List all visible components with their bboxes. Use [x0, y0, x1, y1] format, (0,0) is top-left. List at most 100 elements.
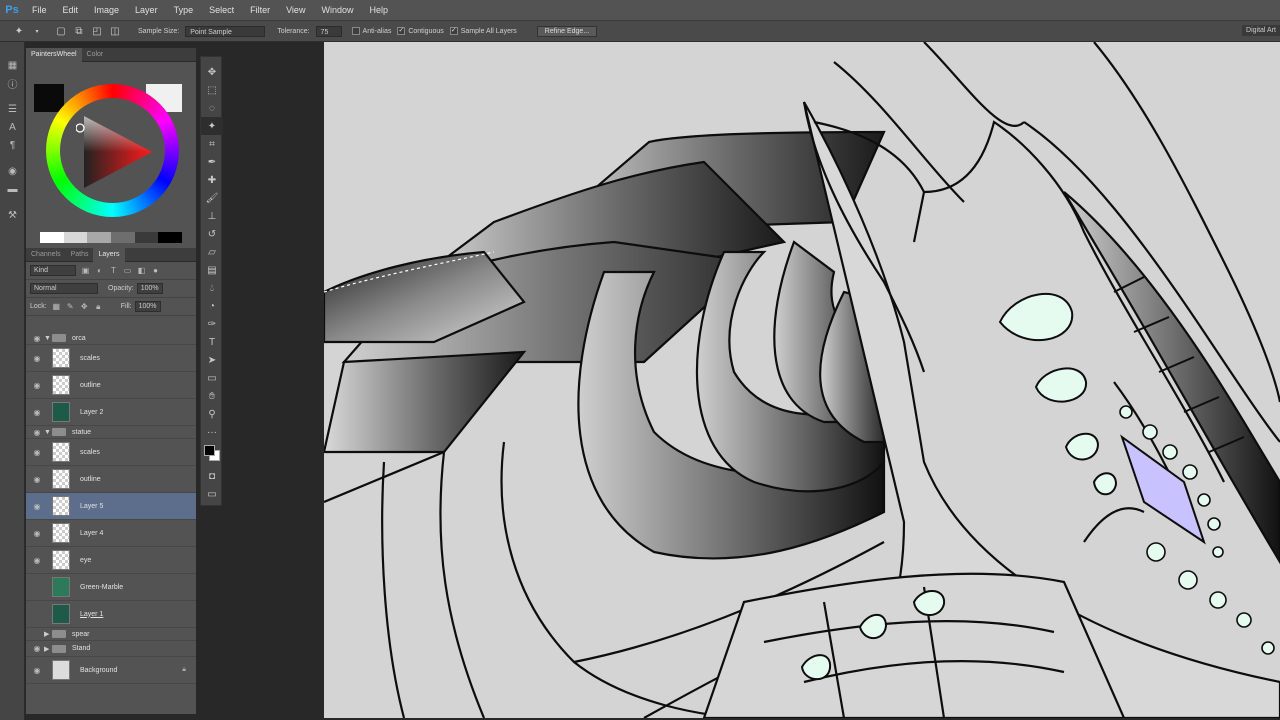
chevron-right-icon[interactable]: ▶	[44, 645, 52, 653]
character-icon[interactable]: A	[0, 118, 25, 136]
eye-icon[interactable]: ◉	[30, 502, 44, 511]
lasso-tool-icon[interactable]: ◌	[201, 99, 223, 117]
eye-icon[interactable]: ◉	[30, 529, 44, 538]
filter-toggle-icon[interactable]: ●	[151, 266, 160, 275]
document-canvas[interactable]	[324, 42, 1280, 718]
type-tool-icon[interactable]: T	[201, 333, 223, 351]
blur-tool-icon[interactable]: 💧︎	[201, 279, 223, 297]
chevron-down-icon[interactable]: ▼	[44, 429, 52, 436]
menu-window[interactable]: Window	[313, 0, 361, 21]
menu-image[interactable]: Image	[86, 0, 127, 21]
crop-tool-icon[interactable]: ⌗	[201, 135, 223, 153]
new-selection-icon[interactable]: ▢	[54, 24, 68, 38]
layer-row-layer-4[interactable]: ◉ Layer 4	[26, 520, 196, 547]
gray-swatch[interactable]	[63, 232, 88, 243]
fill-input[interactable]: 100%	[134, 301, 161, 312]
tolerance-input[interactable]: 75	[315, 25, 342, 37]
tool-presets-icon[interactable]: ⚒	[0, 206, 25, 224]
layer-filter-kind-select[interactable]: Kind	[30, 265, 76, 276]
screen-mode-icon[interactable]: ▭	[201, 485, 223, 503]
eye-icon[interactable]: ◉	[30, 428, 44, 437]
lock-all-icon[interactable]: 🔒︎	[94, 302, 103, 311]
chevron-right-icon[interactable]: ▶	[44, 630, 52, 638]
menu-layer[interactable]: Layer	[127, 0, 166, 21]
chevron-down-icon[interactable]: ▼	[44, 335, 52, 342]
blend-mode-select[interactable]: Normal	[30, 283, 98, 294]
lock-image-icon[interactable]: ✎	[66, 302, 75, 311]
add-selection-icon[interactable]: ⧉	[72, 24, 86, 38]
magic-wand-tool-icon[interactable]: ✦	[201, 117, 223, 135]
dodge-tool-icon[interactable]: ◔	[201, 297, 223, 315]
filter-smart-object-icon[interactable]: ◧	[137, 266, 146, 275]
marquee-tool-icon[interactable]: ⬚	[201, 81, 223, 99]
info-icon[interactable]: ⓘ	[0, 74, 25, 92]
hand-tool-icon[interactable]: ✋︎	[201, 387, 223, 405]
workspace-switcher[interactable]: Digital Art	[1242, 25, 1280, 36]
eye-icon[interactable]: ◉	[30, 475, 44, 484]
chevron-down-icon[interactable]: ▾	[30, 24, 44, 38]
brush-tool-icon[interactable]: 🖌︎	[201, 189, 223, 207]
gray-swatch[interactable]	[111, 232, 135, 243]
shape-tool-icon[interactable]: ▭	[201, 369, 223, 387]
layer-row-outline[interactable]: ◉ outline	[26, 466, 196, 493]
gray-swatch[interactable]	[158, 232, 183, 243]
gray-swatch[interactable]	[134, 232, 159, 243]
eyedropper-tool-icon[interactable]: ✒	[201, 153, 223, 171]
menu-view[interactable]: View	[278, 0, 313, 21]
eye-icon[interactable]: ◉	[30, 354, 44, 363]
eye-icon[interactable]: ◉	[30, 408, 44, 417]
intersect-selection-icon[interactable]: ◫	[108, 24, 122, 38]
layer-row-scales[interactable]: ◉ scales	[26, 345, 196, 372]
gray-swatch[interactable]	[40, 232, 64, 243]
grayscale-swatch-bar[interactable]	[40, 232, 183, 243]
subtract-selection-icon[interactable]: ◰	[90, 24, 104, 38]
history-brush-tool-icon[interactable]: ↺	[201, 225, 223, 243]
menu-type[interactable]: Type	[166, 0, 202, 21]
saturation-brightness-triangle[interactable]	[76, 112, 156, 192]
eye-icon[interactable]: ◉	[30, 334, 44, 343]
magic-wand-preset-icon[interactable]: ✦	[12, 24, 26, 38]
gradient-tool-icon[interactable]: ▤	[201, 261, 223, 279]
layer-row-layer-1[interactable]: Layer 1	[26, 601, 196, 628]
more-tools-icon[interactable]: ···	[201, 423, 223, 441]
layer-row-scales[interactable]: ◉ scales	[26, 439, 196, 466]
opacity-input[interactable]: 100%	[136, 283, 163, 294]
layer-group-statue[interactable]: ◉ ▼ statue	[26, 426, 196, 439]
brushes-icon[interactable]: ▬	[0, 180, 25, 198]
brush-presets-icon[interactable]: ◉	[0, 162, 25, 180]
layer-group-stand[interactable]: ◉ ▶ Stand	[26, 641, 196, 657]
layer-row-layer-5[interactable]: ◉ Layer 5	[26, 493, 196, 520]
menu-file[interactable]: File	[24, 0, 55, 21]
foreground-color-chip[interactable]	[204, 445, 215, 456]
path-selection-tool-icon[interactable]: ➤	[201, 351, 223, 369]
eye-icon[interactable]: ◉	[30, 556, 44, 565]
menu-select[interactable]: Select	[201, 0, 242, 21]
menu-edit[interactable]: Edit	[55, 0, 87, 21]
healing-brush-tool-icon[interactable]: ✚	[201, 171, 223, 189]
eye-icon[interactable]: ◉	[30, 644, 44, 653]
paragraph-icon[interactable]: ¶	[0, 136, 25, 154]
anti-alias-checkbox[interactable]	[351, 27, 360, 35]
filter-adjustment-icon[interactable]: ◐	[95, 266, 104, 275]
layer-row-layer-2[interactable]: ◉ Layer 2	[26, 399, 196, 426]
layer-row-eye[interactable]: ◉ eye	[26, 547, 196, 574]
eye-icon[interactable]: ◉	[30, 381, 44, 390]
layer-group-orca[interactable]: ◉ ▼ orca	[26, 332, 196, 345]
menu-filter[interactable]: Filter	[242, 0, 278, 21]
refine-edge-button[interactable]: Refine Edge...	[536, 25, 598, 37]
eye-icon[interactable]: ◉	[30, 666, 44, 675]
tab-paths[interactable]: Paths	[66, 248, 94, 262]
gray-swatch[interactable]	[87, 232, 112, 243]
layer-row-background[interactable]: ◉ Background 🔒︎	[26, 657, 196, 684]
filter-pixel-icon[interactable]: ▣	[81, 266, 90, 275]
filter-type-icon[interactable]: T	[109, 266, 118, 275]
sample-size-select[interactable]: Point Sample	[185, 25, 266, 37]
tab-channels[interactable]: Channels	[26, 248, 66, 262]
move-tool-icon[interactable]: ✥	[201, 63, 223, 81]
tab-layers[interactable]: Layers	[93, 247, 125, 262]
swatches-icon[interactable]: ▦	[0, 56, 25, 74]
pen-tool-icon[interactable]: ✑	[201, 315, 223, 333]
tab-color[interactable]: Color	[82, 48, 109, 62]
clone-stamp-tool-icon[interactable]: ⊥	[201, 207, 223, 225]
layer-row-outline[interactable]: ◉ outline	[26, 372, 196, 399]
